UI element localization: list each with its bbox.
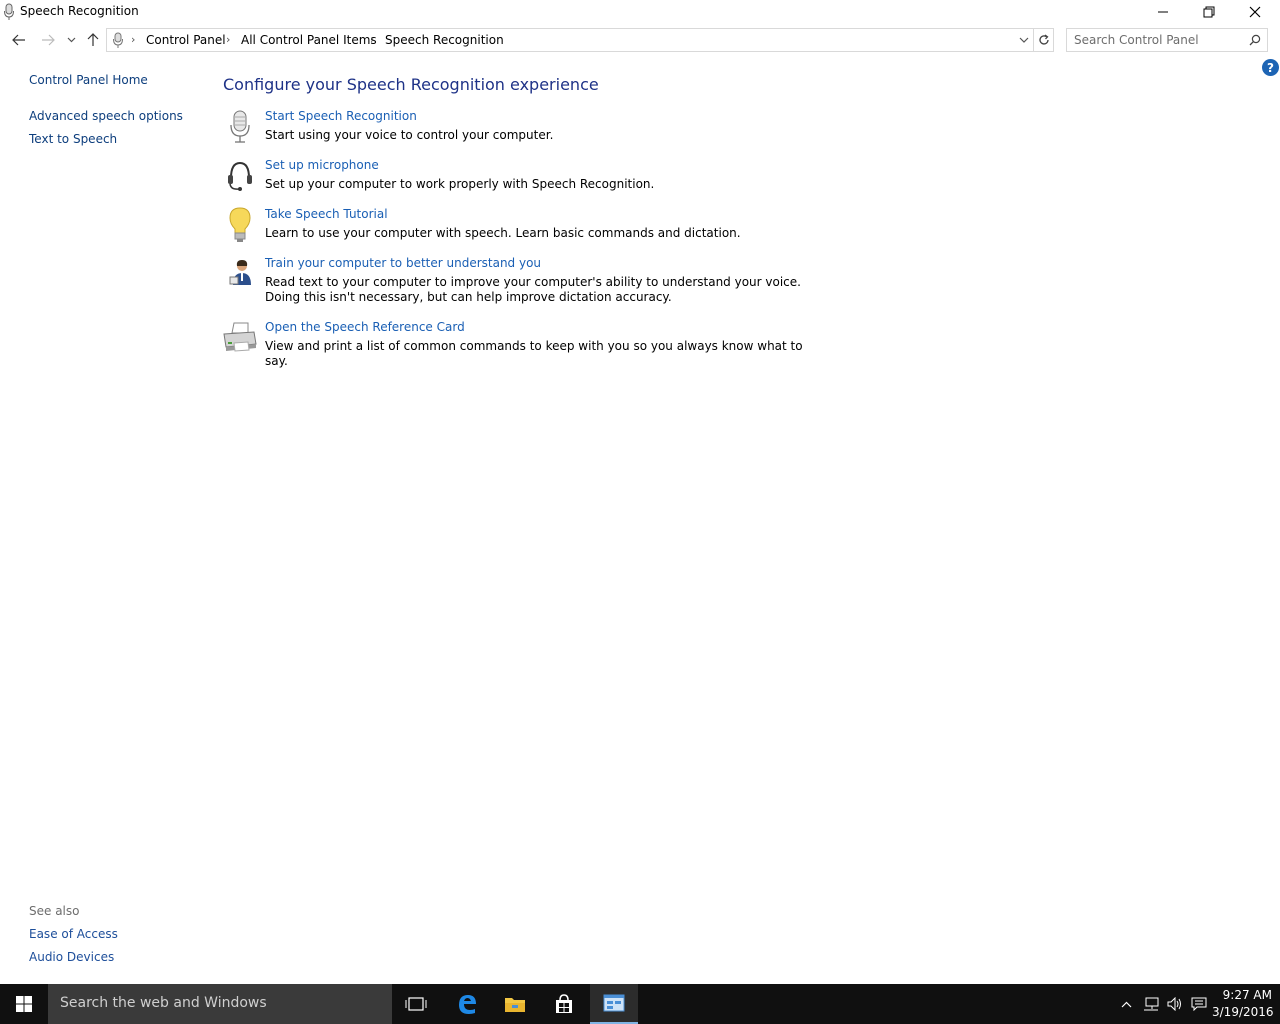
breadcrumb-separator-icon[interactable]: ›: [226, 33, 230, 46]
start-button[interactable]: [0, 984, 48, 1024]
restore-button[interactable]: [1186, 0, 1232, 24]
breadcrumb-separator-icon[interactable]: ›: [370, 33, 374, 46]
chevron-up-icon: [1121, 1001, 1131, 1007]
task-view-icon: [405, 997, 427, 1011]
breadcrumb-control-panel[interactable]: Control Panel: [146, 33, 226, 47]
search-input[interactable]: [1067, 29, 1243, 51]
microphone-icon: [113, 32, 123, 48]
task-description: Start using your voice to control your c…: [265, 128, 554, 142]
lightbulb-icon: [229, 207, 251, 242]
store-taskbar-button[interactable]: [540, 984, 588, 1024]
open-speech-reference-card-link[interactable]: Open the Speech Reference Card: [265, 320, 465, 334]
taskbar-search-box[interactable]: Search the web and Windows: [48, 984, 392, 1024]
audio-devices-link[interactable]: Audio Devices: [29, 950, 114, 964]
microphone-icon: [4, 3, 14, 20]
printer-icon: [223, 322, 257, 352]
chevron-down-icon: [67, 37, 75, 43]
store-icon: [556, 994, 572, 1013]
breadcrumb-speech-recognition[interactable]: Speech Recognition: [385, 33, 504, 47]
windows-logo-icon: [16, 996, 32, 1012]
show-hidden-icons-button[interactable]: [1116, 984, 1136, 1024]
search-icon[interactable]: [1249, 34, 1261, 46]
advanced-speech-options-link[interactable]: Advanced speech options: [29, 109, 183, 123]
speaker-icon: [1167, 997, 1181, 1011]
control-panel-taskbar-button[interactable]: [590, 984, 638, 1024]
forward-arrow-icon: [42, 34, 55, 46]
up-arrow-icon: [87, 33, 99, 46]
task-description: Read text to your computer to improve yo…: [265, 275, 801, 304]
forward-button[interactable]: [37, 28, 59, 52]
taskbar: Search the web and Windows 9:27 AM 3/19/…: [0, 984, 1280, 1024]
start-speech-recognition-link[interactable]: Start Speech Recognition: [265, 109, 417, 123]
edge-icon: [459, 995, 476, 1014]
task-view-button[interactable]: [392, 984, 440, 1024]
up-button[interactable]: [82, 28, 104, 52]
address-box[interactable]: › Control Panel › All Control Panel Item…: [106, 28, 1034, 52]
task-description: View and print a list of common commands…: [265, 339, 803, 368]
set-up-microphone-link[interactable]: Set up microphone: [265, 158, 379, 172]
clock-time: 9:27 AM: [1222, 988, 1272, 1002]
folder-icon: [505, 998, 525, 1012]
network-icon: [1144, 997, 1159, 1011]
minimize-button[interactable]: [1140, 0, 1186, 24]
control-panel-icon: [603, 994, 625, 1012]
take-speech-tutorial-link[interactable]: Take Speech Tutorial: [265, 207, 388, 221]
train-computer-link[interactable]: Train your computer to better understand…: [265, 256, 541, 270]
notification-icon: [1191, 997, 1207, 1011]
close-icon: [1249, 6, 1261, 18]
see-also-label: See also: [29, 904, 80, 918]
chevron-down-icon[interactable]: [1019, 33, 1029, 47]
text-to-speech-link[interactable]: Text to Speech: [29, 132, 117, 146]
back-arrow-icon: [12, 34, 25, 46]
clock[interactable]: 9:27 AM 3/19/2016: [1212, 987, 1274, 1021]
back-button[interactable]: [8, 28, 30, 52]
volume-button[interactable]: [1164, 984, 1186, 1024]
edge-taskbar-button[interactable]: [443, 984, 491, 1024]
address-bar: › Control Panel › All Control Panel Item…: [0, 26, 1280, 54]
refresh-icon: [1038, 34, 1049, 45]
refresh-button[interactable]: [1034, 28, 1054, 52]
microphone-icon: [230, 110, 250, 143]
taskbar-search-placeholder: Search the web and Windows: [60, 995, 267, 1011]
breadcrumb-separator-icon[interactable]: ›: [131, 33, 135, 46]
breadcrumb-all-items[interactable]: All Control Panel Items: [241, 33, 377, 47]
headset-icon: [228, 161, 252, 191]
close-button[interactable]: [1232, 0, 1278, 24]
minimize-icon: [1158, 11, 1168, 13]
window-title: Speech Recognition: [20, 4, 139, 18]
file-explorer-taskbar-button[interactable]: [491, 984, 539, 1024]
control-panel-home-link[interactable]: Control Panel Home: [29, 73, 148, 87]
recent-locations-button[interactable]: [61, 28, 81, 52]
restore-icon: [1203, 6, 1215, 18]
user-training-icon: [229, 260, 251, 285]
clock-date: 3/19/2016: [1212, 1005, 1274, 1019]
page-title: Configure your Speech Recognition experi…: [223, 75, 599, 94]
network-button[interactable]: [1140, 984, 1162, 1024]
task-description: Learn to use your computer with speech. …: [265, 226, 741, 240]
search-box[interactable]: [1066, 28, 1268, 52]
help-icon[interactable]: ?: [1262, 59, 1279, 76]
task-description: Set up your computer to work properly wi…: [265, 177, 655, 191]
title-bar: Speech Recognition: [0, 0, 1280, 24]
ease-of-access-link[interactable]: Ease of Access: [29, 927, 118, 941]
action-center-button[interactable]: [1188, 984, 1210, 1024]
